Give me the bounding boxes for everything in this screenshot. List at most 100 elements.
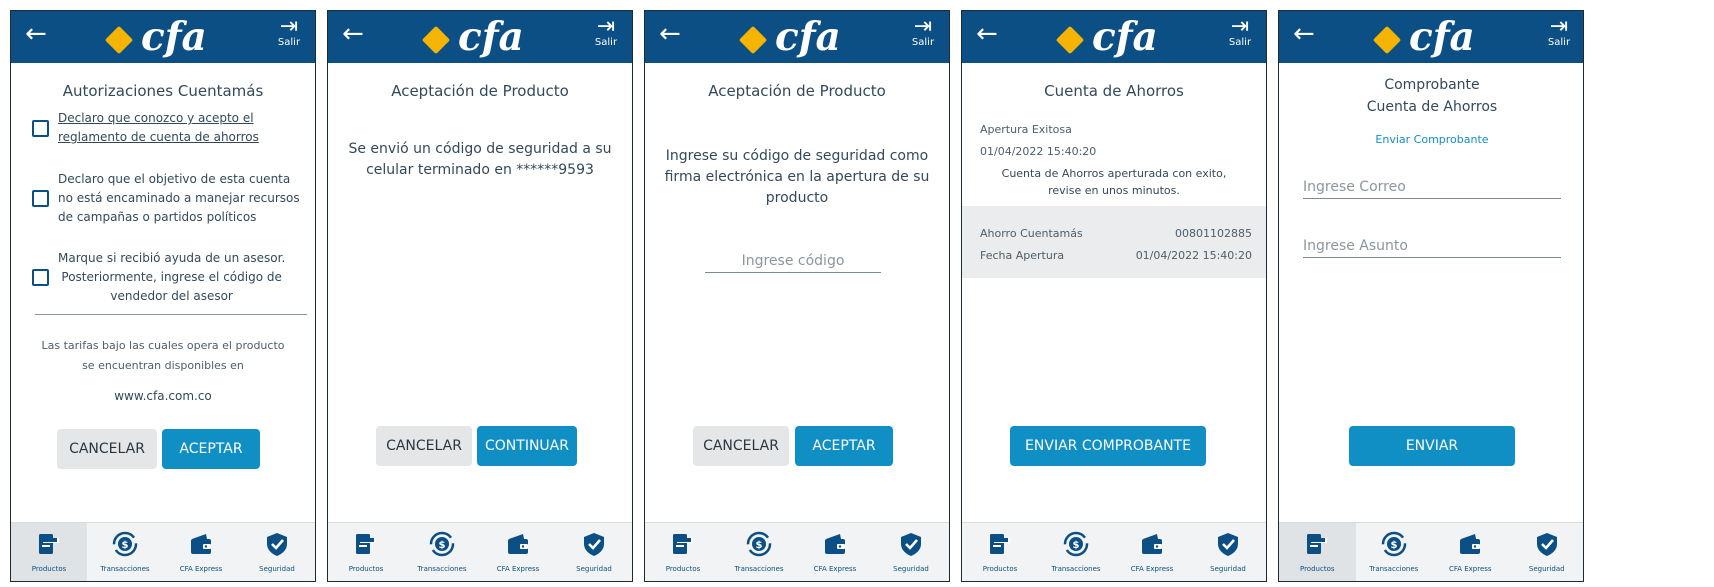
nav-seguridad[interactable]: Seguridad (873, 523, 949, 581)
screen-comprobante: ← cfa ⇥ Salir Comprobante Cuenta de Ahor… (1278, 10, 1584, 582)
code-sent-message: Se envió un código de seguridad a su cel… (328, 139, 632, 181)
nav-seguridad[interactable]: Seguridad (1190, 523, 1266, 581)
transactions-icon: $ (1381, 531, 1406, 557)
cfa-logo: cfa (1055, 15, 1158, 59)
logout-label: Salir (594, 37, 618, 48)
brand-name: cfa (1409, 14, 1475, 60)
nav-transacciones[interactable]: $ Transacciones (1038, 523, 1114, 581)
logout-icon: ⇥ (1230, 14, 1250, 39)
arrow-left-icon[interactable]: ← (25, 21, 47, 47)
nav-transacciones[interactable]: $ Transacciones (87, 523, 163, 581)
nav-transacciones[interactable]: $ Transacciones (1356, 523, 1433, 581)
arrow-left-icon[interactable]: ← (976, 21, 998, 47)
cancel-button[interactable]: CANCELAR (693, 426, 789, 466)
accept-button[interactable]: ACEPTAR (162, 429, 260, 469)
cfa-logo: cfa (421, 15, 524, 59)
page-title: Autorizaciones Cuentamás (62, 82, 264, 100)
nav-label: CFA Express (813, 565, 857, 573)
security-code-input[interactable]: Ingrese código (705, 253, 881, 273)
logout-button[interactable]: ⇥ Salir (903, 14, 943, 49)
tarifas-link[interactable]: www.cfa.com.co (11, 389, 315, 403)
app-header: ← cfa ⇥ Salir (645, 11, 949, 63)
tarifas-line: Las tarifas bajo las cuales opera el pro… (41, 339, 285, 352)
logo-mark-icon (421, 25, 451, 55)
cancel-button[interactable]: CANCELAR (57, 429, 157, 469)
send-button[interactable]: ENVIAR (1349, 426, 1515, 466)
checkbox[interactable] (32, 119, 49, 137)
arrow-left-icon[interactable]: ← (342, 21, 364, 47)
logout-button[interactable]: ⇥ Salir (269, 16, 309, 49)
nav-transacciones[interactable]: $ Transacciones (404, 523, 480, 581)
wallet-icon (191, 534, 211, 554)
cfa-logo: cfa (104, 15, 207, 59)
date-value: 01/04/2022 15:40:20 (1135, 249, 1252, 262)
transactions-icon: $ (1063, 531, 1089, 557)
bottom-nav: Productos $ Transacciones CFA Express Se… (11, 522, 315, 581)
logout-label: Salir (1228, 37, 1252, 48)
nav-productos[interactable]: Productos (328, 523, 404, 581)
wallet-icon (1142, 534, 1162, 554)
email-field[interactable]: Ingrese Correo (1303, 179, 1561, 199)
page-title: Comprobante (1384, 77, 1480, 93)
date-label: Fecha Apertura (980, 249, 1065, 262)
logout-button[interactable]: ⇥ Salir (1220, 14, 1260, 49)
page-subtitle: Cuenta de Ahorros (1366, 99, 1498, 115)
nav-label: CFA Express (179, 565, 223, 573)
logout-button[interactable]: ⇥ Salir (586, 16, 626, 49)
status-text: Apertura Exitosa (980, 123, 1072, 136)
bottom-nav: Productos $ Transacciones CFA Express Se… (328, 522, 632, 581)
cancel-button[interactable]: CANCELAR (376, 426, 472, 466)
nav-label: Seguridad (576, 565, 612, 573)
nav-productos[interactable]: Productos (645, 523, 721, 581)
divider (35, 314, 307, 315)
cfa-logo: cfa (738, 14, 841, 60)
nav-cfa-express[interactable]: CFA Express (163, 523, 239, 581)
nav-productos[interactable]: Productos (962, 523, 1038, 581)
continue-button[interactable]: CONTINUAR (477, 426, 577, 466)
nav-label: Transacciones (100, 565, 150, 573)
logout-icon: ⇥ (913, 14, 933, 39)
nav-label: Transacciones (1051, 565, 1101, 573)
logo-mark-icon (738, 25, 768, 55)
message-line: Se envió un código de seguridad a su (348, 141, 612, 157)
nav-productos[interactable]: Productos (11, 523, 87, 581)
transactions-icon: $ (112, 531, 138, 557)
shield-check-icon (1536, 533, 1557, 556)
screen-aceptacion-envio: ← cfa ⇥ Salir Aceptación de Producto Se … (327, 10, 633, 582)
cfa-logo: cfa (1372, 14, 1475, 60)
nav-cfa-express[interactable]: CFA Express (480, 523, 556, 581)
send-receipt-subtitle: Enviar Comprobante (1375, 133, 1489, 146)
nav-transacciones[interactable]: $ Transacciones (721, 523, 797, 581)
checkbox[interactable] (32, 190, 49, 207)
arrow-left-icon[interactable]: ← (659, 21, 681, 47)
check-label[interactable]: Declaro que conozco y acepto el reglamen… (58, 109, 259, 147)
accept-button[interactable]: ACEPTAR (795, 426, 893, 466)
logout-button[interactable]: ⇥ Salir (1539, 14, 1579, 49)
nav-cfa-express[interactable]: CFA Express (1432, 523, 1509, 581)
nav-cfa-express[interactable]: CFA Express (1114, 523, 1190, 581)
shield-check-icon (901, 533, 921, 556)
svg-text:$: $ (122, 540, 129, 551)
nav-label: Transacciones (417, 565, 467, 573)
arrow-left-icon[interactable]: ← (1293, 21, 1315, 47)
checkbox[interactable] (32, 269, 49, 286)
tarifas-line: se encuentran disponibles en (82, 359, 244, 372)
status-datetime: 01/04/2022 15:40:20 (980, 145, 1097, 158)
wallet-icon (825, 534, 845, 554)
nav-seguridad[interactable]: Seguridad (1509, 523, 1584, 581)
logout-label: Salir (277, 37, 301, 48)
nav-label: Productos (982, 565, 1018, 573)
nav-label: Productos (348, 565, 384, 573)
nav-label: Seguridad (1210, 565, 1246, 573)
nav-seguridad[interactable]: Seguridad (556, 523, 632, 581)
subject-field[interactable]: Ingrese Asunto (1303, 238, 1561, 258)
nav-productos[interactable]: Productos (1279, 523, 1356, 581)
send-receipt-button[interactable]: ENVIAR COMPROBANTE (1010, 426, 1206, 466)
message-line: producto (765, 190, 829, 206)
page-title: Aceptación de Producto (391, 82, 569, 100)
logout-icon: ⇥ (1549, 14, 1569, 39)
nav-cfa-express[interactable]: CFA Express (797, 523, 873, 581)
products-icon (356, 534, 376, 554)
brand-name: cfa (775, 14, 841, 60)
nav-seguridad[interactable]: Seguridad (239, 523, 315, 581)
